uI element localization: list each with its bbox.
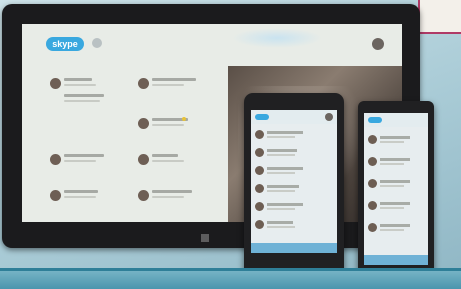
avatar	[50, 78, 61, 89]
list-item[interactable]	[255, 128, 335, 144]
list-item[interactable]	[368, 221, 428, 237]
contact-item[interactable]	[138, 116, 208, 134]
list-item[interactable]	[255, 182, 335, 198]
magazine-callout-box	[418, 0, 461, 34]
contact-item[interactable]	[138, 152, 208, 170]
list-item[interactable]	[255, 218, 335, 234]
windows-logo-icon[interactable]	[201, 234, 209, 242]
list-item[interactable]	[368, 199, 428, 215]
tablet-screen: skype	[22, 24, 402, 222]
list-item[interactable]	[255, 164, 335, 180]
avatar	[50, 154, 61, 165]
phone-app-bar[interactable]	[251, 243, 337, 253]
tablet-user-menu[interactable]	[332, 38, 384, 50]
list-item[interactable]	[368, 155, 428, 171]
skype-logo: skype	[46, 37, 84, 51]
phone-device-front	[244, 93, 344, 283]
phone-header	[364, 113, 428, 127]
contact-item[interactable]	[138, 76, 208, 94]
presence-indicator	[182, 117, 186, 121]
contact-item[interactable]	[50, 188, 120, 206]
avatar	[138, 118, 149, 129]
skype-logo	[368, 117, 382, 123]
phone-screen	[364, 113, 428, 265]
avatar	[138, 154, 149, 165]
avatar	[138, 78, 149, 89]
contact-item[interactable]	[50, 92, 120, 110]
status-chip[interactable]	[92, 36, 136, 50]
tablet-topbar: skype	[22, 24, 402, 54]
magazine-bottom-strip	[0, 268, 461, 289]
avatar[interactable]	[325, 113, 333, 121]
header-decoration	[232, 28, 322, 48]
contact-item[interactable]	[50, 152, 120, 170]
avatar	[138, 190, 149, 201]
skype-logo	[255, 114, 269, 120]
list-item[interactable]	[368, 177, 428, 193]
list-item[interactable]	[255, 200, 335, 216]
contact-item[interactable]	[138, 188, 208, 206]
photo-frame: skype	[0, 0, 461, 289]
phone-header	[251, 110, 337, 124]
list-item[interactable]	[255, 146, 335, 162]
list-item[interactable]	[368, 133, 428, 149]
phone-app-bar[interactable]	[364, 255, 428, 265]
avatar	[50, 190, 61, 201]
phone-device-side	[358, 101, 434, 281]
phone-screen	[251, 110, 337, 253]
